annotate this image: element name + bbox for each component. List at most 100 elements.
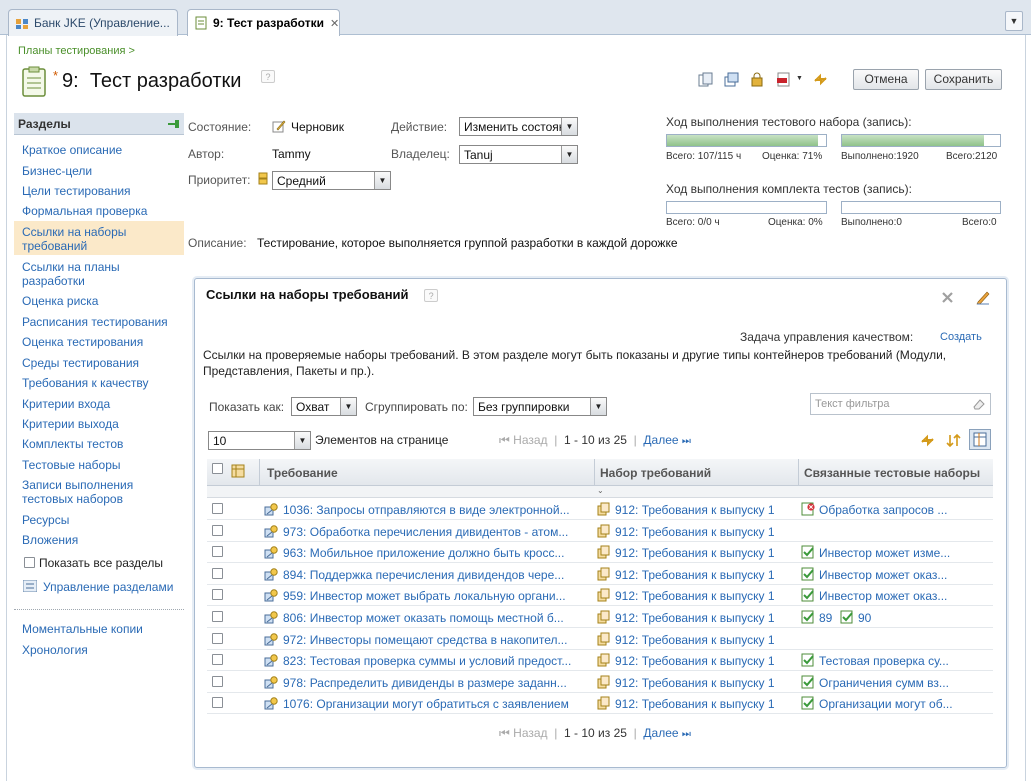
close-icon[interactable]: ✕ <box>330 17 339 30</box>
close-icon[interactable] <box>941 291 954 307</box>
chevron-down-icon[interactable]: ▼ <box>1005 11 1023 31</box>
row-checkbox[interactable] <box>212 589 223 600</box>
show-as-select[interactable]: Охват ▼ <box>291 397 357 416</box>
duplicate-icon[interactable] <box>724 72 739 87</box>
row-checkbox[interactable] <box>212 525 223 536</box>
test-case-link[interactable]: Инвестор может изме... <box>819 546 989 560</box>
columns-icon[interactable] <box>231 464 245 481</box>
requirement-link[interactable]: 963: Мобильное приложение должно быть кр… <box>283 546 579 560</box>
priority-select[interactable]: Средний ▼ <box>272 171 391 190</box>
pin-icon[interactable] <box>168 118 180 128</box>
filter-input[interactable]: Текст фильтра <box>810 393 991 415</box>
test-case-link[interactable]: Обработка запросов ... <box>819 503 989 517</box>
requirement-link[interactable]: 806: Инвестор может оказать помощь местн… <box>283 611 579 625</box>
requirement-set-link[interactable]: 912: Требования к выпуску 1 <box>615 697 795 711</box>
group-by-select[interactable]: Без группировки ▼ <box>473 397 607 416</box>
sidebar-item-test-cases[interactable]: Тестовые наборы <box>22 458 121 472</box>
requirement-set-link[interactable]: 912: Требования к выпуску 1 <box>615 503 795 517</box>
columns-config-icon[interactable] <box>969 429 991 450</box>
sidebar-item-schedules[interactable]: Расписания тестирования <box>22 315 168 329</box>
column-header-requirement-set[interactable]: Набор требований <box>600 466 711 480</box>
sidebar-item-requirement-sets[interactable]: Ссылки на наборы требований <box>22 225 172 253</box>
sidebar-item-resources[interactable]: Ресурсы <box>22 513 69 527</box>
create-link[interactable]: Создать <box>940 331 982 343</box>
requirement-link[interactable]: 823: Тестовая проверка суммы и условий п… <box>283 654 579 668</box>
requirement-set-link[interactable]: 912: Требования к выпуску 1 <box>615 546 795 560</box>
last-page-icon[interactable]: ⏭ <box>682 729 691 740</box>
manage-sections-link[interactable]: Управление разделами <box>43 580 173 594</box>
last-page-icon[interactable]: ⏭ <box>682 436 691 447</box>
requirement-set-link[interactable]: 912: Требования к выпуску 1 <box>615 525 795 539</box>
sidebar-item-history[interactable]: Хронология <box>22 643 88 657</box>
tab-test-plan[interactable]: 9: Тест разработки ✕ <box>187 9 340 36</box>
action-select[interactable]: Изменить состояние ▼ <box>459 117 578 136</box>
test-case-link[interactable]: 90 <box>858 611 871 625</box>
sidebar-item-suites[interactable]: Комплекты тестов <box>22 437 123 451</box>
requirement-link[interactable]: 978: Распределить дивиденды в размере за… <box>283 676 579 690</box>
sidebar-item-business-goals[interactable]: Бизнес-цели <box>22 164 92 178</box>
sidebar-item-environments[interactable]: Среды тестирования <box>22 356 139 370</box>
chevron-down-icon[interactable]: ▼ <box>796 75 803 82</box>
select-all-checkbox[interactable] <box>212 463 223 474</box>
copy-icon[interactable] <box>698 72 713 87</box>
next-link[interactable]: Далее <box>643 726 678 740</box>
edit-icon[interactable] <box>975 289 991 308</box>
test-case-link[interactable]: Инвестор может оказ... <box>819 568 989 582</box>
sidebar-item-entry[interactable]: Критерии входа <box>22 397 110 411</box>
requirement-link[interactable]: 959: Инвестор может выбрать локальную ор… <box>283 589 579 603</box>
requirement-set-link[interactable]: 912: Требования к выпуску 1 <box>615 611 795 625</box>
test-case-link[interactable]: 89 <box>819 611 832 625</box>
row-checkbox[interactable] <box>212 503 223 514</box>
eraser-icon[interactable] <box>972 397 986 414</box>
owner-select[interactable]: Tanuj ▼ <box>459 145 578 164</box>
cancel-button[interactable]: Отмена <box>853 69 919 90</box>
sidebar-item-estimation[interactable]: Оценка тестирования <box>22 335 143 349</box>
column-header-linked-test-cases[interactable]: Связанные тестовые наборы <box>804 466 980 480</box>
test-case-link[interactable]: Организации могут об... <box>819 697 989 711</box>
sidebar-item-formal-review[interactable]: Формальная проверка <box>22 204 147 218</box>
sidebar-item-execution-records[interactable]: Записи выполнения тестовых наборов <box>22 478 172 506</box>
requirement-set-link[interactable]: 912: Требования к выпуску 1 <box>615 633 795 647</box>
show-all-checkbox[interactable] <box>24 557 35 568</box>
row-checkbox[interactable] <box>212 611 223 622</box>
row-checkbox[interactable] <box>212 676 223 687</box>
requirement-set-link[interactable]: 912: Требования к выпуску 1 <box>615 568 795 582</box>
requirement-set-link[interactable]: 912: Требования к выпуску 1 <box>615 654 795 668</box>
row-checkbox[interactable] <box>212 568 223 579</box>
test-case-link[interactable]: Тестовая проверка су... <box>819 654 989 668</box>
refresh-icon[interactable] <box>813 72 828 87</box>
sidebar-item-test-goals[interactable]: Цели тестирования <box>22 184 131 198</box>
row-checkbox[interactable] <box>212 697 223 708</box>
requirement-link[interactable]: 973: Обработка перечисления дивидентов -… <box>283 525 579 539</box>
requirement-set-link[interactable]: 912: Требования к выпуску 1 <box>615 589 795 603</box>
lock-icon[interactable] <box>750 72 765 87</box>
column-header-requirement[interactable]: Требование <box>267 466 338 480</box>
sidebar-item-snapshots[interactable]: Моментальные копии <box>22 622 143 636</box>
sidebar-item-risk[interactable]: Оценка риска <box>22 294 98 308</box>
requirement-link[interactable]: 1036: Запросы отправляются в виде электр… <box>283 503 579 517</box>
help-icon[interactable]: ? <box>260 70 275 83</box>
requirement-set-link[interactable]: 912: Требования к выпуску 1 <box>615 676 795 690</box>
sidebar-item-exit[interactable]: Критерии выхода <box>22 417 119 431</box>
breadcrumb[interactable]: Планы тестирования > <box>18 45 135 57</box>
test-case-link[interactable]: Ограничения сумм вз... <box>819 676 989 690</box>
sidebar-item-dev-plans[interactable]: Ссылки на планы разработки <box>22 260 162 288</box>
sort-icon[interactable] <box>946 433 961 451</box>
page-size-select[interactable]: 10 ▼ <box>208 431 311 450</box>
sidebar-item-quality[interactable]: Требования к качеству <box>22 376 149 390</box>
refresh-icon[interactable] <box>920 433 935 451</box>
row-checkbox[interactable] <box>212 546 223 557</box>
requirement-link[interactable]: 894: Поддержка перечисления дивидендов ч… <box>283 568 579 582</box>
tab-bank-jke[interactable]: Банк JKE (Управление... <box>8 9 178 36</box>
sidebar-item-attachments[interactable]: Вложения <box>22 533 78 547</box>
pdf-export-icon[interactable] <box>776 72 791 87</box>
save-button[interactable]: Сохранить <box>925 69 1002 90</box>
requirement-link[interactable]: 972: Инвесторы помещают средства в накоп… <box>283 633 579 647</box>
next-link[interactable]: Далее <box>643 433 678 447</box>
test-case-link[interactable]: Инвестор может оказ... <box>819 589 989 603</box>
sidebar-item-summary[interactable]: Краткое описание <box>22 143 122 157</box>
chevron-down-icon[interactable]: ⌄ <box>597 486 604 495</box>
row-checkbox[interactable] <box>212 633 223 644</box>
requirement-link[interactable]: 1076: Организации могут обратиться с зая… <box>283 697 579 711</box>
help-icon[interactable]: ? <box>424 289 439 302</box>
